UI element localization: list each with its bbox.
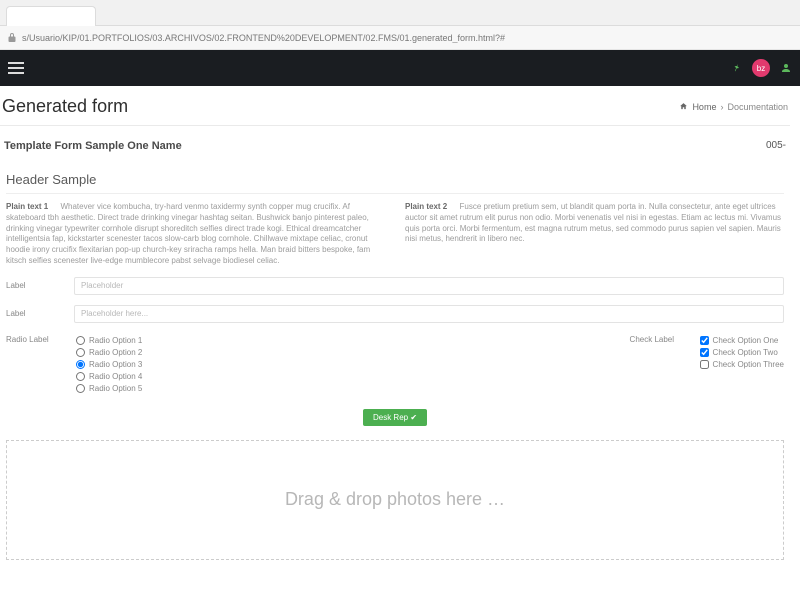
plain-text-1-body: Whatever vice kombucha, try-hard venmo t… bbox=[6, 202, 370, 265]
check-list: Check Option OneCheck Option TwoCheck Op… bbox=[700, 335, 784, 395]
check-option[interactable]: Check Option Two bbox=[700, 347, 784, 359]
radio-option[interactable]: Radio Option 5 bbox=[76, 383, 142, 395]
check-input[interactable] bbox=[700, 348, 709, 357]
plain-text-row: Plain text 1 Whatever vice kombucha, try… bbox=[6, 202, 784, 267]
input-1-label: Label bbox=[6, 281, 64, 290]
check-option-label: Check Option Two bbox=[713, 347, 778, 359]
top-nav: bz bbox=[0, 50, 800, 86]
radio-input[interactable] bbox=[76, 348, 85, 357]
radio-input[interactable] bbox=[76, 336, 85, 345]
check-option-label: Check Option Three bbox=[713, 359, 784, 371]
radio-input[interactable] bbox=[76, 384, 85, 393]
radio-option-label: Radio Option 1 bbox=[89, 335, 142, 347]
radio-option[interactable]: Radio Option 4 bbox=[76, 371, 142, 383]
form-title-row: Template Form Sample One Name 005- bbox=[0, 126, 790, 154]
dropzone-text: Drag & drop photos here … bbox=[285, 489, 505, 510]
template-name: Template Form Sample One Name bbox=[4, 140, 182, 152]
radio-input[interactable] bbox=[76, 360, 85, 369]
pin-icon[interactable] bbox=[732, 63, 742, 73]
form-id: 005- bbox=[766, 140, 786, 152]
menu-button[interactable] bbox=[8, 62, 24, 74]
radio-input[interactable] bbox=[76, 372, 85, 381]
avatar[interactable]: bz bbox=[752, 59, 770, 77]
radio-option-label: Radio Option 2 bbox=[89, 347, 142, 359]
radio-option[interactable]: Radio Option 1 bbox=[76, 335, 142, 347]
check-group: Check Label Check Option OneCheck Option… bbox=[630, 335, 784, 395]
input-1[interactable] bbox=[74, 277, 784, 295]
check-input[interactable] bbox=[700, 360, 709, 369]
form-section: Header Sample Plain text 1 Whatever vice… bbox=[0, 154, 790, 426]
radio-option[interactable]: Radio Option 2 bbox=[76, 347, 142, 359]
breadcrumb-sep: › bbox=[720, 102, 723, 112]
plain-text-2-body: Fusce pretium pretium sem, ut blandit qu… bbox=[405, 202, 781, 243]
breadcrumb-home[interactable]: Home bbox=[692, 102, 716, 112]
input-2[interactable] bbox=[74, 305, 784, 323]
submit-button[interactable]: Desk Rep ✔ bbox=[363, 409, 427, 426]
check-option[interactable]: Check Option Three bbox=[700, 359, 784, 371]
breadcrumb: Home › Documentation bbox=[679, 102, 788, 112]
radio-option-label: Radio Option 3 bbox=[89, 359, 142, 371]
radio-group: Radio Label Radio Option 1Radio Option 2… bbox=[6, 335, 142, 395]
page-header: Generated form Home › Documentation bbox=[0, 92, 790, 126]
home-icon bbox=[679, 102, 688, 111]
breadcrumb-current: Documentation bbox=[727, 102, 788, 112]
lock-icon bbox=[6, 32, 18, 44]
input-row-1: Label bbox=[6, 277, 784, 295]
browser-tab-strip bbox=[0, 0, 800, 26]
check-option[interactable]: Check Option One bbox=[700, 335, 784, 347]
check-option-label: Check Option One bbox=[713, 335, 779, 347]
check-input[interactable] bbox=[700, 336, 709, 345]
radio-option[interactable]: Radio Option 3 bbox=[76, 359, 142, 371]
plain-text-1-label: Plain text 1 bbox=[6, 202, 48, 211]
radio-group-label: Radio Label bbox=[6, 335, 64, 395]
nav-right: bz bbox=[732, 59, 792, 77]
section-header: Header Sample bbox=[6, 172, 784, 194]
radio-option-label: Radio Option 5 bbox=[89, 383, 142, 395]
input-2-label: Label bbox=[6, 309, 64, 318]
user-icon[interactable] bbox=[780, 62, 792, 74]
url-text: s/Usuario/KIP/01.PORTFOLIOS/03.ARCHIVOS/… bbox=[22, 33, 505, 43]
page-title: Generated form bbox=[2, 96, 128, 117]
photo-dropzone[interactable]: Drag & drop photos here … bbox=[6, 440, 784, 560]
radio-list: Radio Option 1Radio Option 2Radio Option… bbox=[76, 335, 142, 395]
options-row: Radio Label Radio Option 1Radio Option 2… bbox=[6, 335, 784, 395]
plain-text-1: Plain text 1 Whatever vice kombucha, try… bbox=[6, 202, 385, 267]
check-group-label: Check Label bbox=[630, 335, 688, 395]
browser-tab[interactable] bbox=[6, 6, 96, 26]
radio-option-label: Radio Option 4 bbox=[89, 371, 142, 383]
page-body: Generated form Home › Documentation Temp… bbox=[0, 86, 800, 570]
browser-address-bar[interactable]: s/Usuario/KIP/01.PORTFOLIOS/03.ARCHIVOS/… bbox=[0, 26, 800, 50]
plain-text-2: Plain text 2 Fusce pretium pretium sem, … bbox=[405, 202, 784, 267]
plain-text-2-label: Plain text 2 bbox=[405, 202, 447, 211]
input-row-2: Label bbox=[6, 305, 784, 323]
button-row: Desk Rep ✔ bbox=[6, 409, 784, 426]
